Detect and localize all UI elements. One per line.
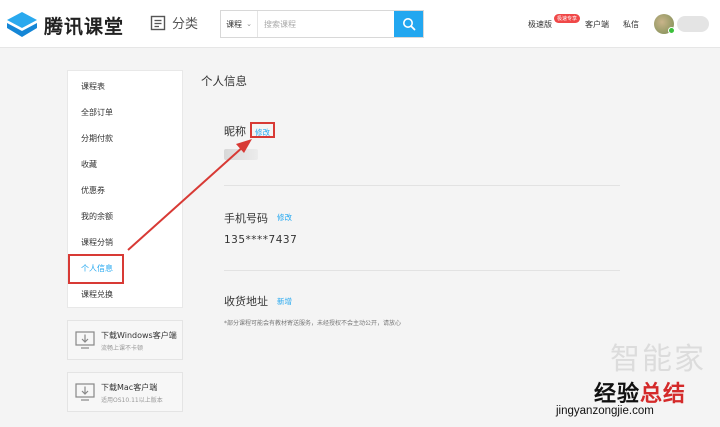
page-title: 个人信息	[201, 74, 247, 88]
sidebar-item-redeem[interactable]: 课程兑换	[81, 289, 113, 301]
search-bar: 课程 ⌄	[220, 10, 424, 38]
sidebar-item-distribution[interactable]: 课程分销	[81, 237, 113, 249]
download-mac-title: 下载Mac客户端	[101, 383, 158, 392]
address-note: *部分课程可能会有教材寄送服务，未经授权不会主动公开，请放心	[224, 320, 402, 327]
sidebar-item-schedule[interactable]: 课程表	[81, 81, 105, 93]
search-button[interactable]	[394, 11, 423, 37]
username-blurred[interactable]	[677, 16, 709, 32]
search-input[interactable]	[258, 11, 394, 37]
watermark-faded: 智能家	[610, 342, 706, 377]
speed-badge: 极速专享	[554, 14, 581, 23]
highlight-box	[250, 122, 275, 138]
client-link[interactable]: 客户端	[585, 19, 609, 30]
list-icon	[150, 15, 166, 30]
search-icon	[402, 18, 415, 31]
search-type-label: 课程	[226, 19, 243, 29]
nickname-value-blurred	[224, 149, 258, 160]
sidebar: 课程表 全部订单 分期付款 收藏 优惠券 我的余额 课程分销 个人信息 课程兑换	[67, 70, 183, 308]
sidebar-item-orders[interactable]: 全部订单	[81, 107, 113, 119]
watermark-brand: 经验总结	[594, 376, 686, 408]
divider	[224, 185, 620, 186]
watermark-brand-left: 经验	[594, 382, 641, 407]
category-menu[interactable]: 分类	[150, 13, 198, 32]
phone-value: 135****7437	[224, 234, 298, 246]
chevron-down-icon: ⌄	[246, 20, 252, 28]
highlight-box	[68, 254, 124, 284]
sidebar-item-favorites[interactable]: 收藏	[81, 159, 97, 171]
divider	[224, 270, 620, 271]
speed-version-link[interactable]: 极速版	[528, 19, 552, 30]
category-label: 分类	[172, 17, 199, 32]
watermark-url: jingyanzongjie.com	[556, 405, 654, 417]
watermark-brand-right: 总结	[640, 382, 687, 407]
download-monitor-icon	[75, 383, 95, 401]
top-header: 腾讯课堂 分类 课程 ⌄ 极速版 极速专享 客户端 私信	[0, 0, 720, 48]
download-windows-card[interactable]: 下载Windows客户端 流畅上课不卡顿	[67, 320, 183, 360]
download-windows-subtitle: 流畅上课不卡顿	[101, 345, 144, 352]
phone-label: 手机号码	[224, 212, 268, 225]
address-label: 收货地址	[224, 295, 268, 308]
download-mac-card[interactable]: 下载Mac客户端 适用OS10.11以上版本	[67, 372, 183, 412]
download-monitor-icon	[75, 331, 95, 349]
online-status-icon	[668, 27, 675, 34]
search-type-select[interactable]: 课程 ⌄	[221, 11, 258, 37]
logo-icon	[6, 11, 38, 39]
sidebar-item-balance[interactable]: 我的余额	[81, 211, 113, 223]
sidebar-item-coupons[interactable]: 优惠券	[81, 185, 105, 197]
nickname-label: 昵称	[224, 125, 246, 138]
address-add-link[interactable]: 新增	[277, 296, 292, 307]
message-link[interactable]: 私信	[623, 19, 639, 30]
logo-text: 腾讯课堂	[44, 15, 125, 38]
phone-edit-link[interactable]: 修改	[277, 212, 292, 223]
download-mac-subtitle: 适用OS10.11以上版本	[101, 397, 163, 404]
sidebar-item-installments[interactable]: 分期付款	[81, 133, 113, 145]
download-windows-title: 下载Windows客户端	[101, 331, 177, 340]
site-logo[interactable]: 腾讯课堂	[6, 11, 124, 39]
